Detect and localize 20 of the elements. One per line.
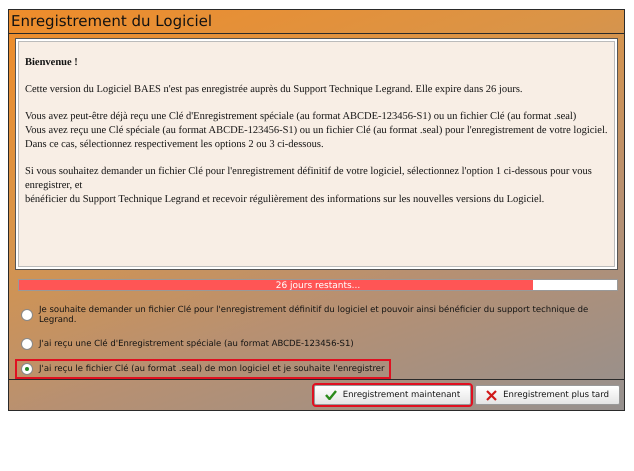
message-paragraph: Cette version du Logiciel BAES n'est pas enregistrée auprès du Support Technique Legrand. Elle expire dans 26 jours. (25, 83, 524, 97)
progress-label: 26 jours restants... (274, 280, 362, 293)
radio-button[interactable] (21, 363, 33, 375)
radio-option[interactable]: Je souhaite demander un fichier Clé pour l'enregistrement définitif du logiciel et pouvoir ainsi bénéficier du support technique de Legrand. (15, 301, 624, 329)
message-heading: Bienvenue ! (25, 56, 79, 70)
checkmark-icon (324, 390, 337, 400)
close-icon (486, 390, 498, 400)
option-label: Je souhaite demander un fichier Clé pour l'enregistrement définitif du logiciel et pouvoir ainsi bénéficier du support technique de Legrand. (39, 305, 590, 325)
option-label: J'ai reçu le fichier Clé (au format .seal) de mon logiciel et je souhaite l'enregistrer (39, 364, 385, 374)
message-paragraph: bénéficier du Support Technique Legrand et recevoir régulièrement des informations sur les nouvelles versions du Logiciel. (25, 193, 546, 207)
message-paragraph: Vous avez reçu une Clé spéciale (au format ABCDE-123456-S1) ou un fichier Clé (au format .seal) pour l'enregistrement de votre logiciel. Dans ce cas, sélectionnez respectivement les options 2 ou 3 ci-dessous. (25, 124, 608, 152)
window-title: Enregistrement du Logiciel (9, 10, 624, 34)
radio-button[interactable] (21, 309, 33, 321)
register-later-button[interactable]: Enregistrement plus tard (475, 385, 620, 405)
radio-button[interactable] (21, 338, 33, 350)
radio-option[interactable]: J'ai reçu le fichier Clé (au format .seal) de mon logiciel et je souhaite l'enregistrer (15, 359, 391, 379)
option-label: J'ai reçu une Clé d'Enregistrement spéciale (au format ABCDE-123456-S1) (39, 339, 354, 349)
register-now-button[interactable]: Enregistrement maintenant (314, 385, 472, 405)
message-paragraph: Vous avez peut-être déjà reçu une Clé d'Enregistrement spéciale (au format ABCDE-123456-S1) ou un fichier Clé (au format .seal) (25, 110, 578, 124)
radio-option[interactable]: J'ai reçu une Clé d'Enregistrement spéciale (au format ABCDE-123456-S1) (15, 334, 360, 354)
